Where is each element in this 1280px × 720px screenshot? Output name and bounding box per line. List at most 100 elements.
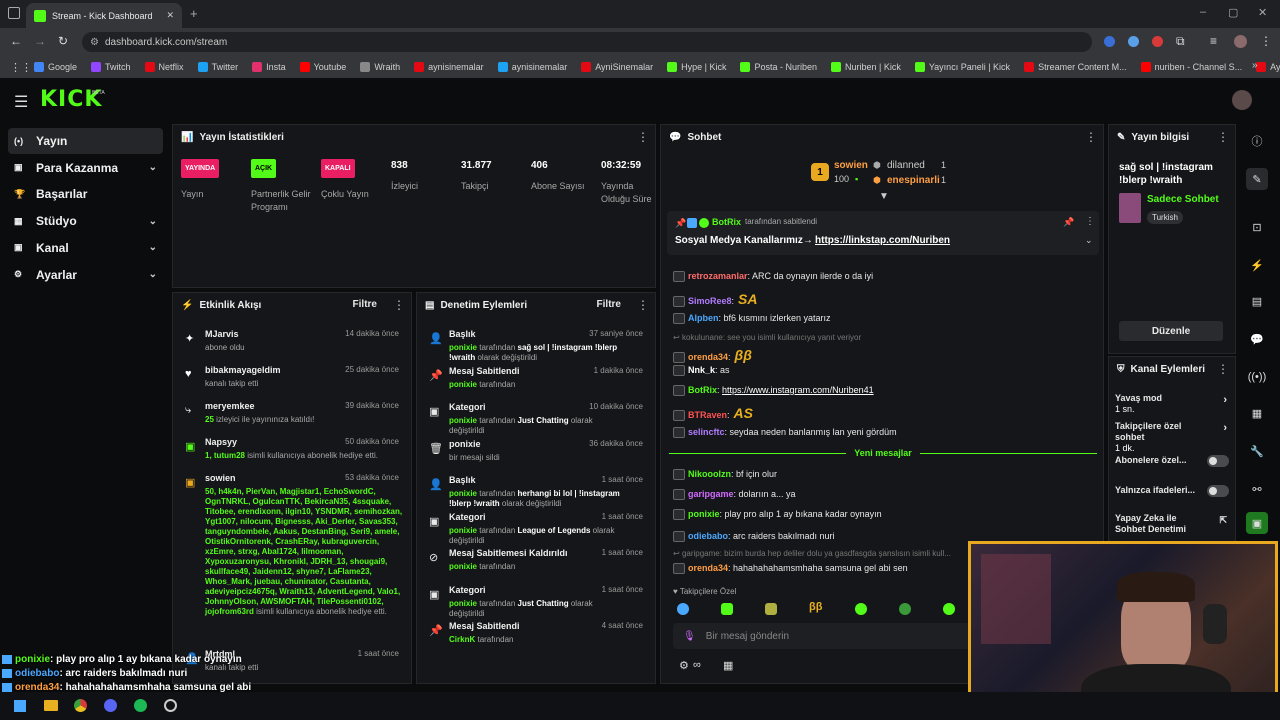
bookmark-item[interactable]: Insta (252, 62, 286, 72)
chat-message[interactable]: selincftc: seydaa neden banlanmış lan ye… (673, 427, 897, 439)
toggle-switch[interactable] (1207, 455, 1229, 467)
chat-store-icon[interactable]: ▦ (723, 659, 733, 672)
bookmark-item[interactable]: AyniSinemalar (581, 62, 653, 72)
nav-item-0[interactable]: (•) Yayın (8, 128, 163, 154)
chat-username[interactable]: Nikooolzn (688, 469, 731, 479)
chat-username[interactable]: BotRix (688, 385, 717, 395)
pinned-link[interactable]: https://linkstap.com/Nuriben (815, 235, 950, 246)
chat-message[interactable]: Nikooolzn: bf için olur (673, 469, 777, 481)
category-name[interactable]: Sadece Sohbet (1147, 194, 1219, 205)
extension-blue-icon[interactable] (1128, 36, 1139, 47)
activity-filter-button[interactable]: Filtre (353, 299, 377, 310)
reply-context[interactable]: ↩ kokulunane: see you isimli kullanıcıya… (673, 333, 861, 342)
bookmark-item[interactable]: Hype | Kick (667, 62, 726, 72)
reply-context[interactable]: ↩ garipgame: bizim burda hep deliler dol… (673, 549, 951, 558)
maximize-icon[interactable]: ▢ (1228, 6, 1238, 19)
mod-actor[interactable]: ponixie (449, 489, 477, 498)
mod-menu-icon[interactable]: ⋮ (637, 298, 649, 312)
browser-tab[interactable]: Stream - Kick Dashboard ✕ (26, 3, 182, 28)
chevron-right-icon[interactable]: › (1223, 395, 1227, 406)
chat-message[interactable]: orenda34: hahahahahamsmhaha samsuna gel … (673, 563, 908, 575)
chat-username[interactable]: SimoRee8 (688, 296, 732, 306)
edit-stream-info-button[interactable]: Düzenle (1119, 321, 1223, 341)
new-tab-icon[interactable]: + (190, 6, 198, 21)
chat-username[interactable]: BTRaven (688, 410, 727, 420)
broadcast-waves-icon[interactable]: ((•)) (1246, 366, 1268, 388)
chat-username[interactable]: ponixie (688, 509, 720, 519)
emote-4-icon[interactable]: ββ (809, 601, 822, 613)
chevron-down-icon[interactable]: ⌄ (149, 162, 157, 173)
chat-username[interactable]: odiebabo (688, 531, 728, 541)
bookmark-item[interactable]: aynisinemalar (414, 62, 484, 72)
tab-list-icon[interactable] (8, 7, 20, 19)
chat-username[interactable]: selincftc (688, 427, 725, 437)
nav-item-4[interactable]: ▣ Kanal ⌄ (8, 235, 163, 261)
bookmark-item[interactable]: Streamer Content M... (1024, 62, 1127, 72)
clipboard-icon[interactable]: ▤ (1246, 290, 1268, 312)
extension-red-icon[interactable] (1152, 36, 1163, 47)
bookmark-item[interactable]: Posta - Nuriben (740, 62, 817, 72)
unpin-icon[interactable]: 📌 (1063, 217, 1074, 228)
emote-3-icon[interactable] (765, 603, 777, 615)
chevron-down-icon[interactable]: ⌄ (149, 269, 157, 280)
pinned-menu-icon[interactable]: ⋮ (1085, 216, 1095, 227)
activity-menu-icon[interactable]: ⋮ (393, 298, 405, 312)
activity-user[interactable]: sowien (205, 473, 236, 483)
channel-action-item[interactable]: Yalnızca ifadeleri... (1115, 485, 1231, 497)
channel-action-item[interactable]: Abonelere özel... (1115, 455, 1231, 467)
mod-actor[interactable]: ponixie (449, 599, 477, 608)
mod-actor[interactable]: ponixie (449, 343, 477, 352)
message-icon[interactable]: 💬 (1246, 328, 1268, 350)
mod-filter-button[interactable]: Filtre (597, 299, 621, 310)
leader-right-2-name[interactable]: enespinarli (887, 175, 940, 186)
bookmark-item[interactable]: Youtube (299, 62, 346, 72)
emote-6-icon[interactable] (899, 603, 911, 615)
channel-action-item[interactable]: Yapay Zeka ile Sohbet Denetimi ⇱ (1115, 513, 1231, 535)
back-icon[interactable]: ← (10, 34, 22, 48)
emote-1-icon[interactable] (677, 603, 689, 615)
nav-item-3[interactable]: ▦ Stüdyo ⌄ (8, 208, 163, 234)
chat-message[interactable]: Alpben: bf6 kısmını izlerken yatarız (673, 313, 831, 325)
edit-icon[interactable]: ✎ (1246, 168, 1268, 190)
emote-5-icon[interactable] (855, 603, 867, 615)
chat-message[interactable]: garipgame: dolarıın a... ya (673, 489, 796, 501)
chat-message[interactable]: BTRaven: AS (673, 405, 753, 422)
bookmark-item[interactable]: Aynı Sinemalar - Ça... (1256, 62, 1280, 72)
flash-icon[interactable]: ⚡ (1246, 254, 1268, 276)
chat-message[interactable]: odiebabo: arc raiders bakılmadı nuri (673, 531, 835, 543)
tab-close-icon[interactable]: ✕ (166, 10, 174, 21)
chevron-down-icon[interactable]: ⌄ (149, 242, 157, 253)
chat-message[interactable]: SimoRee8: SA (673, 291, 758, 308)
browser-menu-icon[interactable]: ⋮ (1260, 34, 1272, 48)
chat-menu-icon[interactable]: ⋮ (1085, 130, 1097, 144)
reading-list-icon[interactable]: ≡ (1210, 34, 1217, 48)
mod-actor[interactable]: ponixie (449, 380, 477, 389)
chat-username[interactable]: retrozamanlar (688, 271, 748, 281)
chat-message[interactable]: retrozamanlar: ARC da oynayın ilerde o d… (673, 271, 873, 283)
pinned-collapse-icon[interactable]: ⌄ (1085, 235, 1093, 246)
chat-message[interactable]: orenda34: ββ (673, 347, 752, 364)
bookmarks-more-icon[interactable]: » (1252, 60, 1258, 71)
bookmark-item[interactable]: Twitter (197, 62, 238, 72)
leader-name[interactable]: sowien (834, 160, 868, 171)
chevron-right-icon[interactable]: › (1223, 423, 1227, 434)
obs-icon[interactable] (164, 699, 177, 712)
share-icon[interactable]: ⚯ (1246, 478, 1268, 500)
file-explorer-icon[interactable] (44, 700, 58, 711)
bookmark-item[interactable]: Twitch (91, 62, 131, 72)
chat-username[interactable]: Alpben (688, 313, 719, 323)
bookmark-item[interactable]: Nuriben | Kick (830, 62, 901, 72)
chat-settings-icon[interactable]: ⚙ (679, 659, 689, 672)
extension-shield-icon[interactable] (1104, 36, 1115, 47)
discord-icon[interactable] (104, 699, 117, 712)
chat-username[interactable]: Nnk_k (688, 365, 715, 375)
chat-link[interactable]: https://www.instagram.com/Nuriben41 (722, 385, 874, 395)
activity-user[interactable]: bibakmayageldim (205, 365, 281, 375)
expand-leaderboard-icon[interactable]: ▼ (879, 191, 889, 202)
emote-7-icon[interactable] (943, 603, 955, 615)
pinned-message[interactable]: 📌 BotRix tarafından sabitlendi Sosyal Me… (667, 211, 1099, 255)
minimize-icon[interactable]: – (1200, 6, 1206, 18)
chat-message[interactable]: Nnk_k: as (673, 365, 730, 377)
activity-user[interactable]: Napsyy (205, 437, 237, 447)
mod-actor[interactable]: ponixie (449, 416, 477, 425)
